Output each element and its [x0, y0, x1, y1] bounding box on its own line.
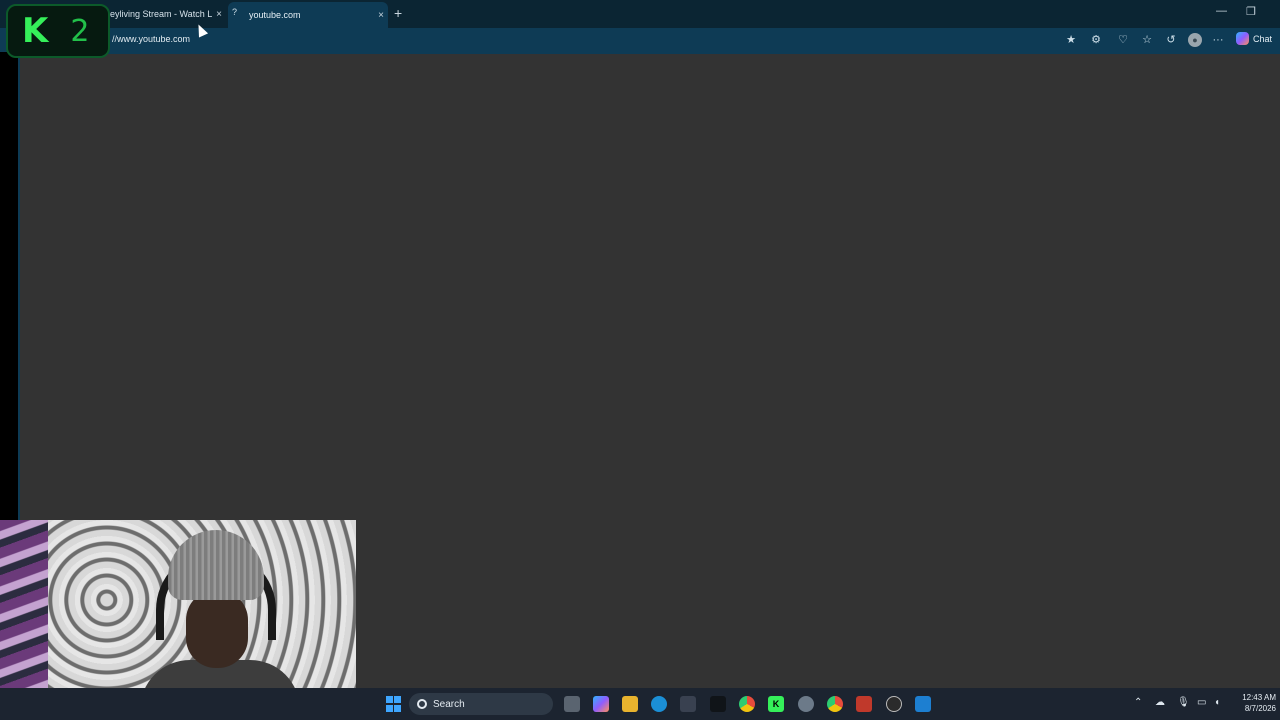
extensions-icon[interactable]: ⚙ [1089, 33, 1103, 47]
copilot-taskbar-icon[interactable] [593, 696, 609, 712]
maximize-icon[interactable]: ❐ [1246, 5, 1256, 18]
history-icon[interactable]: ↺ [1164, 33, 1178, 47]
clock-time: 12:43 AM [1242, 693, 1276, 702]
onedrive-icon[interactable]: ☁ [1155, 697, 1165, 708]
tab-youtube-title: youtube.com [249, 10, 301, 20]
screen: eyliving Stream - Watch Live × ? youtube… [0, 0, 1280, 720]
file-explorer-icon[interactable] [622, 696, 638, 712]
taskbar-search-label: Search [433, 698, 465, 710]
kick-icon[interactable]: K [768, 696, 784, 712]
logo-number: 2 [70, 13, 90, 49]
profile-icon[interactable]: ● [1188, 33, 1202, 47]
chrome-icon[interactable] [739, 696, 755, 712]
chrome-2-icon[interactable] [827, 696, 843, 712]
network-icon[interactable]: ▭ [1197, 697, 1206, 708]
windows-start-icon[interactable] [385, 696, 401, 712]
browser-essentials-icon[interactable]: ♡ [1116, 33, 1130, 47]
taskbar-search[interactable]: Search [409, 693, 553, 715]
logo-k: K [22, 11, 49, 51]
volume-icon[interactable]: ◖ [1214, 697, 1220, 708]
store-icon[interactable] [680, 696, 696, 712]
tab-stream-close-icon[interactable]: × [212, 9, 226, 20]
edge-icon[interactable] [651, 696, 667, 712]
star-icon[interactable]: ★ [1064, 33, 1078, 47]
terminal-icon[interactable] [710, 696, 726, 712]
more-icon[interactable]: ··· [1211, 33, 1225, 47]
news-icon[interactable] [856, 696, 872, 712]
stream-logo: K 2 [6, 4, 110, 58]
system-clock[interactable]: 12:43 AM 8/7/2026 [1232, 692, 1276, 714]
obs-icon[interactable] [886, 696, 902, 712]
tab-stream-title: eyliving Stream - Watch Live [110, 9, 212, 19]
taskbar: Search K ⌃ ☁ 🎙 ▭ ◖ 12:43 AM 8/7/2026 [0, 688, 1280, 720]
streamer-face [186, 590, 248, 668]
favorites-icon[interactable]: ☆ [1140, 33, 1154, 47]
settings-icon[interactable] [798, 696, 814, 712]
address-bar[interactable]: //www.youtube.com [112, 34, 190, 44]
task-view-icon[interactable] [564, 696, 580, 712]
new-tab-button[interactable]: + [394, 5, 402, 21]
chat-button[interactable]: Chat [1236, 32, 1272, 45]
tab-strip: eyliving Stream - Watch Live × ? youtube… [0, 0, 1280, 28]
tab-youtube-favicon-icon: ? [232, 7, 238, 17]
chat-label: Chat [1253, 33, 1273, 44]
left-edge [0, 52, 20, 522]
beanie [168, 530, 264, 600]
tab-stream[interactable]: eyliving Stream - Watch Live × [108, 3, 226, 25]
microphone-icon[interactable]: 🎙 [1177, 697, 1190, 708]
photos-icon[interactable] [915, 696, 931, 712]
browser-toolbar: //www.youtube.com ★ ⚙ ♡ ☆ ↺ ● ··· Chat [0, 28, 1280, 52]
tab-youtube[interactable]: ? youtube.com × [228, 2, 388, 28]
clock-date: 8/7/2026 [1244, 704, 1276, 713]
minimize-icon[interactable]: — [1216, 5, 1227, 17]
search-icon [417, 699, 427, 709]
tray-overflow-icon[interactable]: ⌃ [1134, 697, 1142, 708]
tab-youtube-close-icon[interactable]: × [374, 10, 388, 21]
copilot-icon [1236, 32, 1249, 45]
